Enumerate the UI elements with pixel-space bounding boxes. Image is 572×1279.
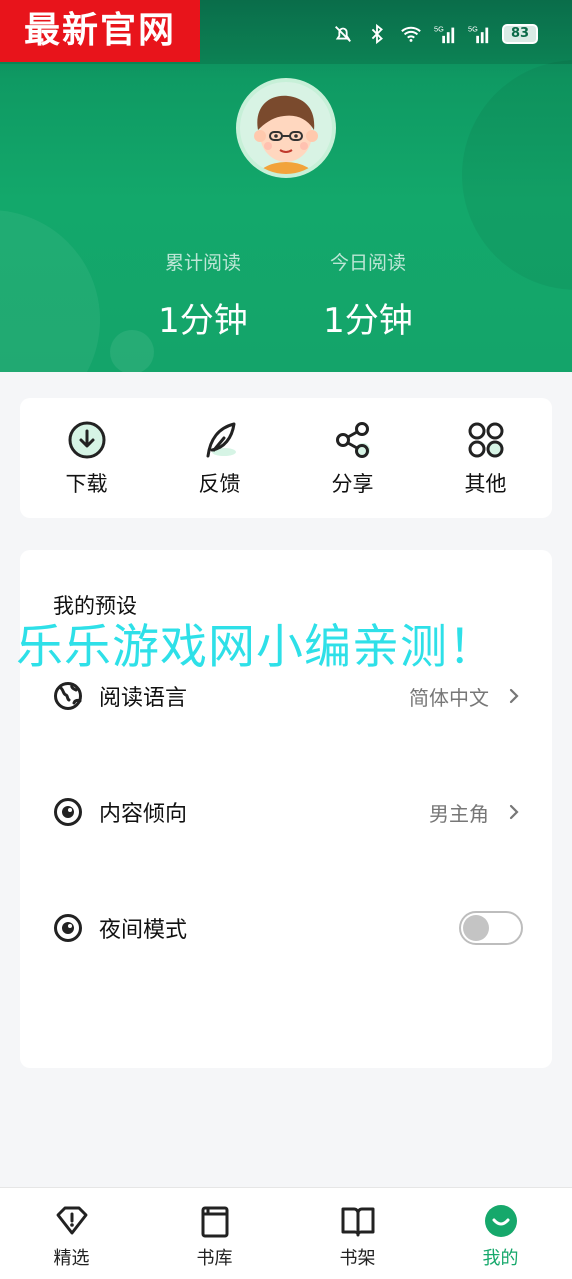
avatar[interactable] [236,78,336,178]
status-icons: 5G 5G 83 [332,20,538,48]
feedback-button[interactable]: 反馈 [153,398,286,518]
action-label: 下载 [65,472,108,496]
download-icon [68,421,105,459]
tab-featured[interactable]: 精选 [0,1188,143,1279]
preset-content-preference[interactable]: 内容倾向 男主角 [53,792,523,832]
stat-today-reading: 今日阅读 1分钟 [288,248,448,342]
svg-text:5G: 5G [468,24,478,33]
cartoon-face-icon [254,95,318,174]
brand-badge: 最新官网 [0,0,200,62]
stat-label: 今日阅读 [329,252,406,274]
action-label: 反馈 [198,472,241,496]
stat-label: 累计阅读 [164,252,241,274]
tab-label: 我的 [482,1248,519,1269]
tab-bookshelf[interactable]: 书架 [286,1188,429,1279]
preset-night-mode: 夜间模式 [53,908,523,948]
battery-indicator: 83 [502,24,538,44]
night-mode-toggle[interactable] [459,911,523,945]
preset-value: 简体中文 [409,685,489,710]
chevron-right-icon [509,688,519,704]
globe-icon [54,682,82,710]
other-button[interactable]: 其他 [419,398,552,518]
quick-actions-card: 下载 反馈 分享 其他 [20,398,552,518]
action-label: 分享 [331,472,374,496]
watermark-text: 乐乐游戏网小编亲测！ [16,620,496,675]
feather-icon [206,422,236,458]
download-button[interactable]: 下载 [20,398,153,518]
book-icon [341,1207,374,1237]
bluetooth-icon [371,23,383,45]
wifi-icon [401,26,421,42]
tab-label: 精选 [53,1248,90,1269]
tab-library[interactable]: 书库 [143,1188,286,1279]
preset-label: 内容倾向 [99,802,188,827]
mute-bell-icon [335,26,351,42]
grid-icon [468,422,503,458]
preset-reading-language[interactable]: 阅读语言 简体中文 [53,676,523,716]
preset-label: 阅读语言 [99,686,188,711]
share-icon [335,422,370,458]
tab-label: 书架 [339,1248,376,1269]
chevron-right-icon [509,804,519,820]
eye-icon [54,914,82,942]
profile-header: 5G 5G 83 最新官网 累计阅读 1分钟 今日阅读 1分钟 [0,0,572,372]
stat-value: 1分钟 [323,301,413,341]
smile-icon [484,1205,517,1237]
toggle-knob [463,915,489,941]
signal-icon: 5G [434,24,455,44]
diamond-icon [56,1206,87,1235]
share-button[interactable]: 分享 [286,398,419,518]
preset-label: 夜间模式 [99,918,188,943]
action-label: 其他 [464,472,507,496]
library-icon [201,1206,228,1238]
svg-text:5G: 5G [434,24,444,33]
preset-value: 男主角 [429,801,489,826]
stat-value: 1分钟 [158,301,248,341]
tab-mine[interactable]: 我的 [429,1188,572,1279]
decor-circle [0,210,100,372]
bottom-tab-bar: 精选 书库 书架 我的 [0,1187,572,1279]
stat-total-reading: 累计阅读 1分钟 [123,248,283,342]
signal-icon: 5G [468,24,489,44]
tab-label: 书库 [196,1248,233,1269]
decor-circle [462,60,572,290]
eye-icon [54,798,82,826]
